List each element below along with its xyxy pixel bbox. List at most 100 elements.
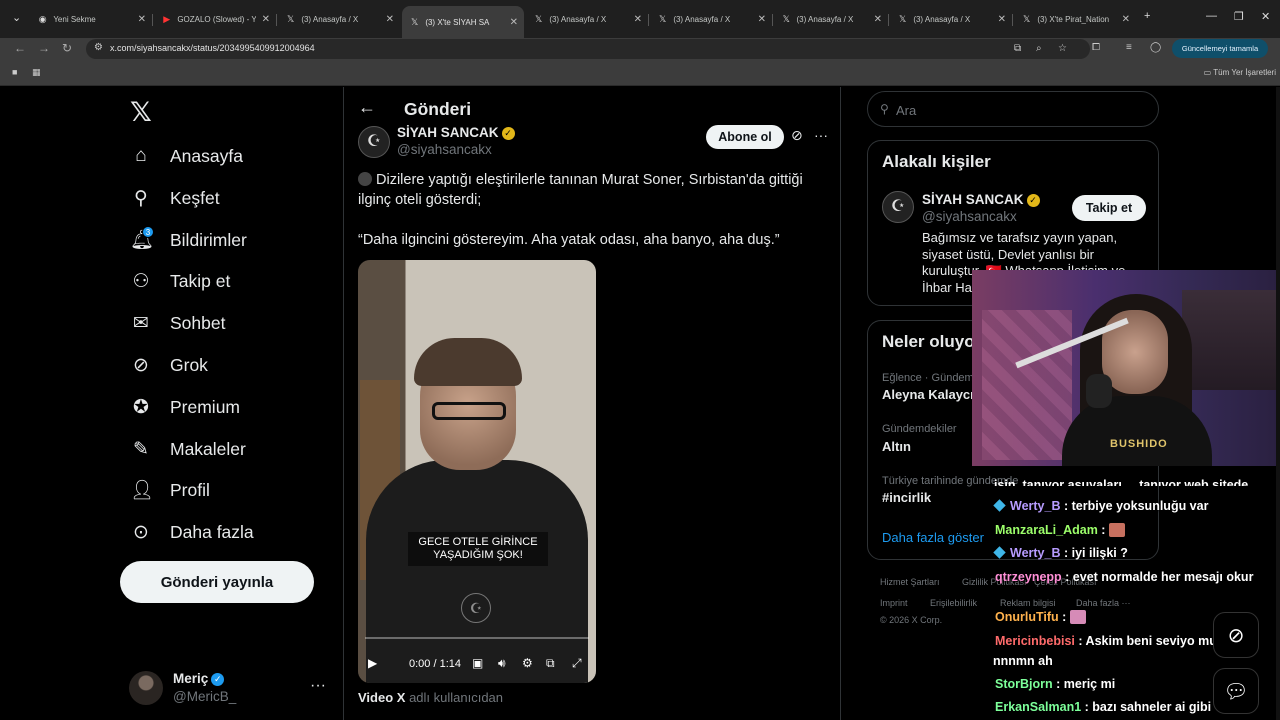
author-avatar[interactable]: ☪ (358, 126, 390, 158)
browser-tab-3[interactable]: 𝕏 (3) Anasayfa / X ✕ (278, 8, 400, 30)
nav-item-notifications[interactable]: 🔔︎ 3 Bildirimler (130, 225, 247, 255)
zoom-icon[interactable]: ⌕ (1036, 43, 1042, 54)
post-button[interactable]: Gönderi yayınla (120, 561, 314, 603)
related-handle[interactable]: @siyahsancakx (922, 209, 1017, 224)
messages-fab-icon[interactable]: 💬︎ (1213, 668, 1259, 714)
sub-badge-icon (993, 546, 1006, 559)
tab-groups-icon[interactable]: ▦ (32, 67, 41, 78)
volume-icon[interactable]: 🔊︎ (498, 656, 506, 671)
follow-button[interactable]: Takip et (1072, 195, 1146, 221)
chat-message-continued: nnnmn ah (993, 654, 1053, 668)
bookmark-star-icon[interactable]: ☆ (1058, 43, 1067, 54)
black-circle-icon (358, 172, 372, 186)
subscribe-button[interactable]: Abone ol (706, 125, 784, 149)
new-tab-icon[interactable]: + (1144, 10, 1150, 22)
footer-link[interactable]: Hizmet Şartları (880, 577, 940, 587)
close-icon[interactable]: ✕ (998, 14, 1012, 25)
account-switcher[interactable]: Meriç ✓ @MericB_ ··· (129, 669, 329, 709)
install-icon[interactable]: ⧉ (1014, 43, 1021, 54)
close-icon[interactable]: ✕ (386, 14, 400, 25)
back-arrow-icon[interactable]: ← (358, 97, 376, 118)
forward-icon[interactable]: → (38, 41, 50, 55)
close-icon[interactable]: ✕ (758, 14, 772, 25)
close-icon[interactable]: ✕ (874, 14, 888, 25)
chat-cut-line: işin, tanıyor asuyaları ... tanıyor web … (994, 478, 1249, 486)
browser-tab-active[interactable]: 𝕏 (3) X'te SİYAH SA ✕ (402, 6, 524, 38)
close-icon[interactable]: ✕ (1122, 14, 1136, 25)
related-avatar[interactable]: ☪ (882, 191, 914, 223)
emote-icon (1108, 523, 1125, 537)
related-name: SİYAH SANCAK (922, 192, 1024, 207)
post-column: ← Gönderi ☪ SİYAH SANCAK ✓ @siyahsancakx … (343, 87, 841, 720)
watermark-logo-icon: ☪ (461, 593, 491, 623)
video-player[interactable]: GECE OTELE GİRİNCE YAŞADIĞIM ŞOK! ☪ ▶ 0:… (358, 260, 596, 683)
trend-item[interactable]: #incirlik (882, 490, 931, 505)
browser-tab-9[interactable]: 𝕏 (3) X'te Pirat_Nation ✕ (1014, 8, 1136, 30)
media-icon[interactable]: ≡ (1126, 42, 1132, 53)
video-progress-bar[interactable] (365, 637, 589, 639)
minimize-icon[interactable]: — (1206, 10, 1217, 22)
video-source-link[interactable]: Video X (358, 690, 405, 705)
nav-item-explore[interactable]: ⚲ Keşfet (130, 183, 220, 213)
more-dots-icon[interactable]: ··· (310, 677, 326, 695)
browser-tab-7[interactable]: 𝕏 (3) Anasayfa / X ✕ (774, 8, 888, 30)
author-name: SİYAH SANCAK (397, 125, 499, 140)
browser-tab-5[interactable]: 𝕏 (3) Anasayfa / X ✕ (526, 8, 648, 30)
browser-tab-8[interactable]: 𝕏 (3) Anasayfa / X ✕ (890, 8, 1012, 30)
address-bar[interactable]: ⚙ x.com/siyahsancakx/status/203499540991… (86, 39, 1090, 59)
x-logo-icon[interactable]: 𝕏 (130, 97, 152, 128)
search-input[interactable]: ⚲ Ara (867, 91, 1159, 127)
search-placeholder: Ara (896, 103, 917, 118)
popout-icon[interactable]: ⧉ (546, 656, 555, 671)
nav-item-follow[interactable]: ⚇ Takip et (130, 266, 230, 296)
verified-badge-icon: ✓ (211, 672, 225, 686)
close-icon[interactable]: ✕ (510, 17, 524, 28)
nav-item-articles[interactable]: ✎ Makaleler (130, 434, 246, 464)
grok-icon[interactable]: ⊘ (791, 127, 803, 144)
grok-fab-icon[interactable]: ⊘ (1213, 612, 1259, 658)
close-icon[interactable]: ✕ (634, 14, 648, 25)
show-more-link[interactable]: Daha fazla göster (882, 530, 984, 545)
footer-link[interactable]: Reklam bilgisi (1000, 598, 1056, 608)
profile-icon[interactable]: ◯ (1150, 42, 1161, 53)
page-scrollbar[interactable] (1276, 87, 1280, 720)
footer-link[interactable]: Erişilebilirlik (930, 598, 977, 608)
tab-search-icon[interactable]: ⌄ (12, 11, 21, 24)
site-info-icon[interactable]: ⚙ (94, 42, 103, 53)
fullscreen-icon[interactable]: ⤢ (572, 656, 582, 671)
webcam-shelf (1182, 290, 1280, 390)
nav-item-messages[interactable]: ✉ Sohbet (130, 308, 225, 338)
update-button[interactable]: Güncellemeyi tamamla (1172, 39, 1268, 58)
youtube-icon: ▶ (163, 14, 171, 24)
tab-divider (888, 14, 889, 26)
back-icon[interactable]: ← (14, 41, 26, 55)
settings-icon[interactable]: ⚙ (522, 656, 533, 670)
trend-item[interactable]: Altın (882, 439, 911, 454)
more-dots-icon[interactable]: ··· (814, 127, 828, 143)
browser-tab-2[interactable]: ▶ GOZALO (Slowed) - Y ✕ (154, 8, 276, 30)
close-icon[interactable]: ✕ (262, 14, 276, 25)
nav-item-more[interactable]: ⊙ Daha fazla (130, 517, 254, 547)
close-icon[interactable]: ✕ (138, 14, 152, 25)
maximize-icon[interactable]: ❐ (1234, 10, 1244, 23)
nav-item-grok[interactable]: ⊘ Grok (130, 350, 208, 380)
browser-tab-6[interactable]: 𝕏 (3) Anasayfa / X ✕ (650, 8, 772, 30)
verified-gold-badge-icon: ✓ (1026, 193, 1040, 207)
mail-icon: ✉ (133, 312, 149, 334)
apps-icon[interactable]: ■ (12, 67, 17, 77)
footer-link[interactable]: Daha fazla ··· (1076, 598, 1131, 608)
tab-divider (152, 14, 153, 26)
extensions-icon[interactable]: ⧠ (1092, 42, 1100, 53)
play-icon[interactable]: ▶ (368, 656, 377, 670)
trend-meta: Eğlence · Gündemde (882, 372, 986, 384)
nav-item-home[interactable]: ⌂ Anasayfa (130, 141, 243, 171)
browser-tab-1[interactable]: ◉ Yeni Sekme ✕ (30, 8, 152, 30)
nav-item-profile[interactable]: 👤︎ Profil (130, 475, 210, 505)
captions-icon[interactable]: ▣ (472, 656, 483, 670)
window-close-icon[interactable]: ✕ (1261, 10, 1270, 23)
author-handle[interactable]: @siyahsancakx (397, 142, 492, 157)
footer-link[interactable]: Imprint (880, 598, 908, 608)
reload-icon[interactable]: ↻ (62, 41, 72, 55)
all-bookmarks-link[interactable]: ▭ Tüm Yer İşaretleri (1204, 68, 1276, 77)
nav-item-premium[interactable]: ✪ Premium (130, 392, 240, 422)
